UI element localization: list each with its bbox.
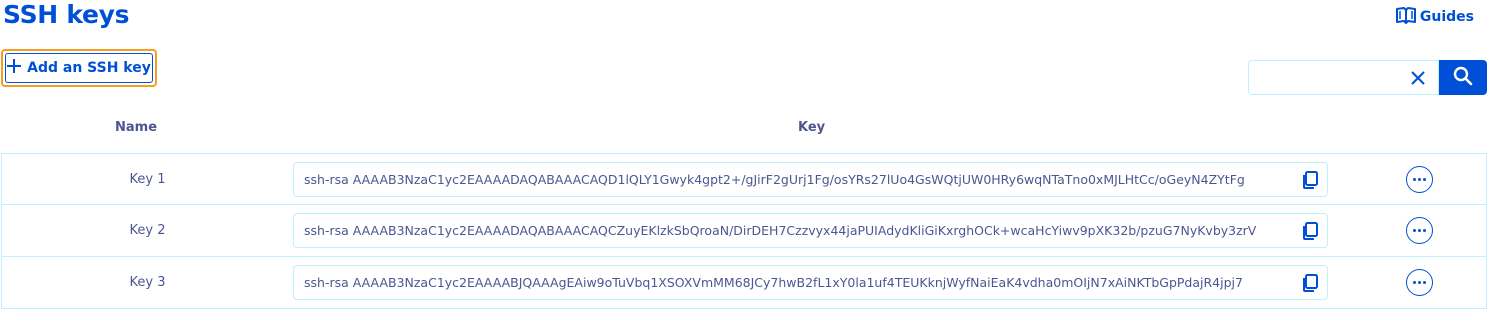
book-icon	[1395, 6, 1416, 28]
column-header-name[interactable]: Name	[115, 120, 157, 135]
more-icon-dot	[1413, 281, 1416, 284]
more-icon-dot	[1418, 281, 1421, 284]
more-icon-dot	[1413, 229, 1416, 232]
key-value-field[interactable]: ssh-rsa AAAAB3NzaC1yc2EAAAADAQABAAACAQCZ…	[293, 213, 1328, 248]
more-actions-button[interactable]	[1406, 166, 1433, 193]
plus-icon	[7, 59, 22, 77]
copy-icon[interactable]	[1301, 171, 1319, 189]
add-ssh-key-button[interactable]: Add an SSH key	[1, 49, 157, 87]
key-value-field[interactable]: ssh-rsa AAAAB3NzaC1yc2EAAAADAQABAAACAQD1…	[293, 162, 1328, 197]
more-actions-button[interactable]	[1406, 217, 1433, 244]
more-icon-dot	[1413, 178, 1416, 181]
add-ssh-key-label: Add an SSH key	[27, 60, 151, 76]
column-header-key[interactable]: Key	[798, 120, 825, 135]
copy-icon[interactable]	[1301, 222, 1319, 240]
more-icon-dot	[1418, 178, 1421, 181]
more-icon-dot	[1418, 229, 1421, 232]
copy-icon[interactable]	[1301, 274, 1319, 292]
table-row: Key 1 ssh-rsa AAAAB3NzaC1yc2EAAAADAQABAA…	[1, 153, 1487, 205]
table-row: Key 2 ssh-rsa AAAAB3NzaC1yc2EAAAADAQABAA…	[1, 205, 1487, 257]
search-button[interactable]	[1439, 60, 1487, 95]
key-name: Key 3	[129, 275, 166, 290]
more-icon-dot	[1423, 178, 1426, 181]
ssh-keys-table: Key 1 ssh-rsa AAAAB3NzaC1yc2EAAAADAQABAA…	[1, 153, 1487, 309]
page-title: SSH keys	[3, 0, 130, 29]
more-icon-dot	[1423, 281, 1426, 284]
key-value: ssh-rsa AAAAB3NzaC1yc2EAAAADAQABAAACAQD1…	[304, 172, 1245, 187]
key-name: Key 1	[129, 171, 166, 187]
more-icon-dot	[1423, 229, 1426, 232]
guides-link[interactable]: Guides	[1395, 6, 1474, 28]
guides-label: Guides	[1419, 9, 1474, 25]
more-actions-button[interactable]	[1406, 269, 1433, 296]
close-icon[interactable]	[1406, 66, 1430, 90]
key-value-field[interactable]: ssh-rsa AAAAB3NzaC1yc2EAAAABJQAAAgEAiw9o…	[293, 265, 1328, 300]
key-value: ssh-rsa AAAAB3NzaC1yc2EAAAABJQAAAgEAiw9o…	[304, 275, 1243, 290]
key-name: Key 2	[129, 223, 166, 238]
table-row: Key 3 ssh-rsa AAAAB3NzaC1yc2EAAAABJQAAAg…	[1, 257, 1487, 309]
key-value: ssh-rsa AAAAB3NzaC1yc2EAAAADAQABAAACAQCZ…	[304, 223, 1257, 238]
search-icon	[1453, 66, 1473, 90]
